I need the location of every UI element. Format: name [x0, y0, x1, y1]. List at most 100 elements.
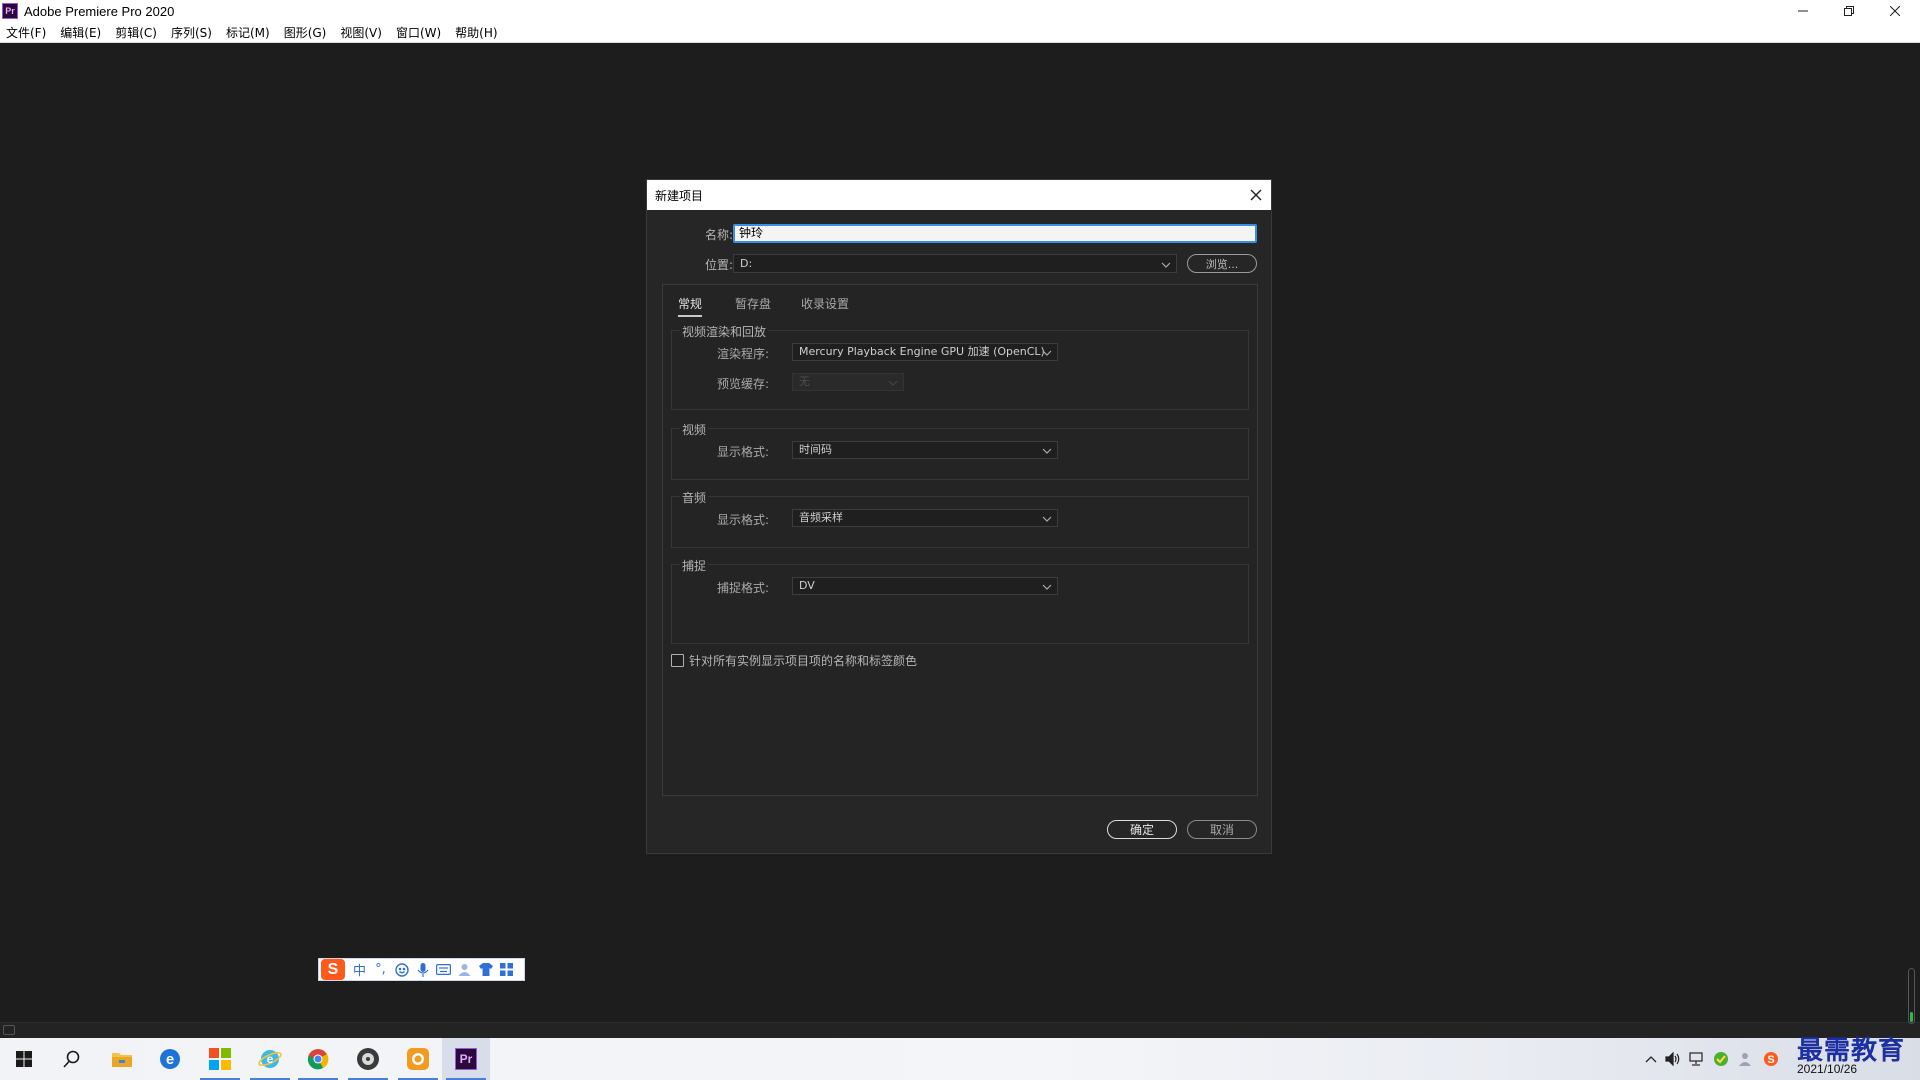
menu-file[interactable]: 文件(F)	[6, 24, 46, 41]
tiles-app-icon	[209, 1048, 231, 1070]
audio-format-value: 音频采样	[799, 511, 843, 524]
search-icon	[63, 1050, 80, 1068]
video-format-label: 显示格式:	[717, 445, 770, 459]
location-select[interactable]: D:	[733, 254, 1177, 273]
menu-view[interactable]: 视图(V)	[340, 24, 382, 41]
minimize-icon	[1798, 10, 1808, 12]
chevron-down-icon	[888, 377, 898, 387]
settings-tab-panel: 常规 暂存盘 收录设置 视频渲染和回放 渲染程序: Mercury Playba…	[662, 284, 1258, 796]
windows-logo-icon	[16, 1051, 32, 1067]
volume-indicator	[1908, 968, 1915, 1024]
svg-text:e: e	[267, 1052, 274, 1066]
ime-user-icon[interactable]	[454, 959, 475, 980]
chevron-down-icon	[1042, 347, 1052, 357]
ime-keyboard-icon[interactable]	[433, 959, 454, 980]
tray-sogou-icon[interactable]: S	[1762, 1050, 1780, 1068]
tray-security-icon[interactable]	[1712, 1050, 1730, 1068]
status-strip	[0, 1022, 1920, 1038]
cancel-button[interactable]: 取消	[1187, 820, 1257, 839]
ime-toolbox-icon[interactable]	[496, 959, 517, 980]
taskbar-ie[interactable]: e	[246, 1038, 294, 1080]
menu-help[interactable]: 帮助(H)	[455, 24, 497, 41]
group-title-capture: 捕捉	[680, 557, 709, 574]
capture-group: 捕捉 捕捉格式: DV	[671, 557, 1249, 644]
ime-voice-icon[interactable]	[412, 959, 433, 980]
minimize-button[interactable]	[1780, 0, 1826, 22]
location-value: D:	[740, 257, 753, 270]
project-name-input[interactable]: 钟玲	[733, 224, 1257, 243]
tab-ingest-settings[interactable]: 收录设置	[801, 295, 849, 312]
chrome-icon	[307, 1049, 329, 1070]
start-button[interactable]	[0, 1038, 48, 1080]
ime-chinese-mode-button[interactable]: 中	[349, 959, 370, 980]
tray-network-icon[interactable]	[1688, 1050, 1706, 1068]
app-title-bar: Pr Adobe Premiere Pro 2020	[0, 0, 1920, 22]
audio-format-select[interactable]: 音频采样	[792, 509, 1058, 527]
brand-watermark: 最需教育	[1797, 1036, 1906, 1066]
video-format-value: 时间码	[799, 443, 832, 456]
orange-app-icon	[407, 1048, 429, 1070]
preview-cache-value: 无	[799, 375, 810, 388]
ime-skin-icon[interactable]	[475, 959, 496, 980]
taskbar-media-app[interactable]	[344, 1038, 392, 1080]
menu-sequence[interactable]: 序列(S)	[171, 24, 212, 41]
taskbar-premiere[interactable]: Pr	[442, 1038, 490, 1080]
menu-edit[interactable]: 编辑(E)	[60, 24, 101, 41]
tab-scratch-disks[interactable]: 暂存盘	[735, 295, 771, 312]
menu-graphics[interactable]: 图形(G)	[284, 24, 327, 41]
media-player-icon	[357, 1048, 379, 1070]
dialog-close-button[interactable]	[1247, 186, 1265, 204]
preview-cache-label: 预览缓存:	[717, 377, 770, 391]
capture-format-value: DV	[799, 579, 815, 592]
close-icon	[1250, 189, 1262, 201]
chevron-down-icon	[1042, 513, 1052, 523]
taskbar-orange-app[interactable]	[394, 1038, 442, 1080]
internet-explorer-icon: e	[258, 1050, 282, 1068]
label-color-checkbox[interactable]	[671, 654, 684, 667]
label-color-checkbox-row[interactable]: 针对所有实例显示项目项的名称和标签颜色	[671, 652, 917, 669]
taskbar-chrome[interactable]	[294, 1038, 342, 1080]
close-app-button[interactable]	[1872, 0, 1918, 22]
video-format-select[interactable]: 时间码	[792, 441, 1058, 459]
name-label: 名称:	[704, 228, 733, 242]
menu-bar: 文件(F) 编辑(E) 剪辑(C) 序列(S) 标记(M) 图形(G) 视图(V…	[0, 22, 1920, 43]
tab-general[interactable]: 常规	[678, 295, 703, 317]
tray-user-icon[interactable]	[1736, 1050, 1754, 1068]
search-button[interactable]	[48, 1038, 96, 1080]
audio-group: 音频 显示格式: 音频采样	[671, 489, 1249, 548]
premiere-app-icon: Pr	[2, 3, 18, 19]
ime-emoji-icon[interactable]	[391, 959, 412, 980]
windows-taskbar: e e Pr S 2021/10/26	[0, 1038, 1920, 1080]
taskbar-app-store[interactable]	[196, 1038, 244, 1080]
location-label: 位置:	[704, 258, 733, 272]
close-icon	[1890, 6, 1900, 16]
video-group: 视频 显示格式: 时间码	[671, 421, 1249, 480]
restore-button[interactable]	[1826, 0, 1872, 22]
restore-icon	[1844, 6, 1854, 16]
taskbar-file-explorer[interactable]	[98, 1038, 146, 1080]
browse-button[interactable]: 浏览...	[1187, 254, 1257, 273]
folder-icon	[112, 1053, 132, 1067]
new-project-dialog: 新建项目 名称: 钟玲 位置: D: 浏览... 常规 暂存盘 收录设置 视频渲…	[646, 179, 1272, 854]
chevron-down-icon	[1042, 445, 1052, 455]
renderer-select[interactable]: Mercury Playback Engine GPU 加速 (OpenCL)	[792, 343, 1058, 361]
sogou-logo-icon[interactable]: S	[321, 959, 345, 980]
edge-icon: e	[160, 1049, 180, 1069]
menu-window[interactable]: 窗口(W)	[396, 24, 441, 41]
capture-format-label: 捕捉格式:	[717, 581, 770, 595]
dialog-title-bar: 新建项目	[647, 180, 1271, 210]
taskbar-edge[interactable]: e	[146, 1038, 194, 1080]
svg-text:S: S	[1767, 1054, 1774, 1066]
label-color-checkbox-label: 针对所有实例显示项目项的名称和标签颜色	[689, 654, 918, 668]
renderer-value: Mercury Playback Engine GPU 加速 (OpenCL)	[799, 345, 1045, 358]
status-chat-icon[interactable]	[3, 1025, 15, 1035]
ime-toolbar: S 中 °,	[318, 958, 525, 981]
menu-markers[interactable]: 标记(M)	[226, 24, 270, 41]
ok-button[interactable]: 确定	[1107, 820, 1177, 839]
tray-volume-icon[interactable]	[1664, 1050, 1682, 1068]
capture-format-select[interactable]: DV	[792, 577, 1058, 595]
tray-overflow-chevron-icon[interactable]	[1642, 1050, 1660, 1068]
group-title-audio: 音频	[680, 489, 709, 506]
menu-clip[interactable]: 剪辑(C)	[115, 24, 157, 41]
ime-punctuation-button[interactable]: °,	[370, 959, 391, 980]
